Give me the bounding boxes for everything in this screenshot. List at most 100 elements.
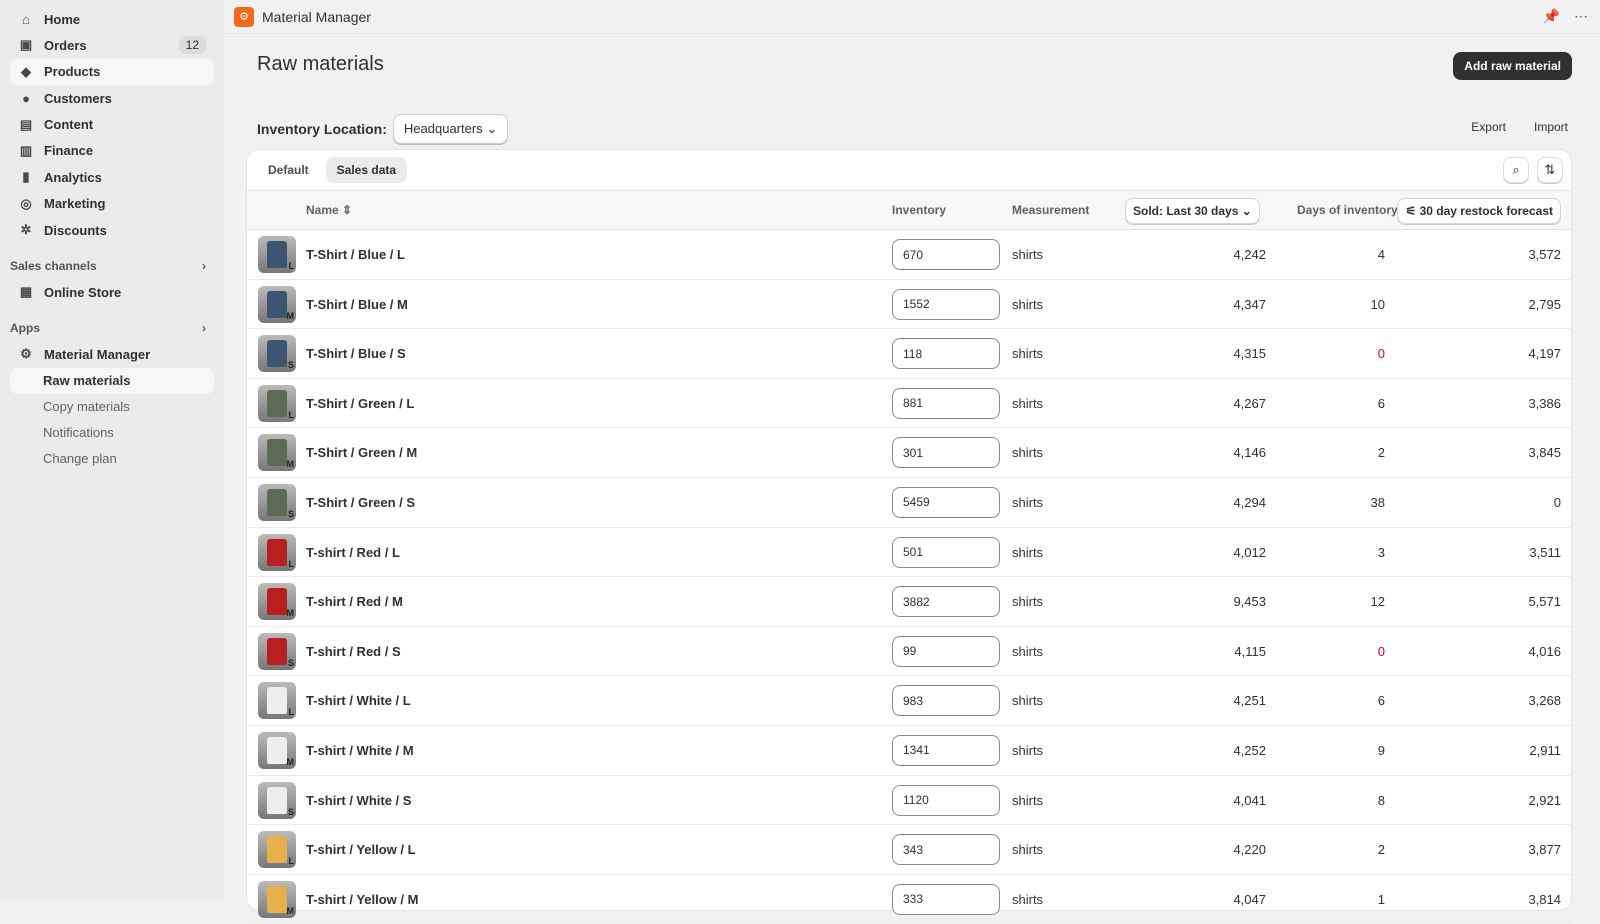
location-select[interactable]: Headquarters ⌄ — [392, 114, 509, 144]
measurement: shirts — [1012, 544, 1044, 560]
material-name[interactable]: T-Shirt / Green / S — [306, 495, 415, 510]
more-icon[interactable]: ⋯ — [1574, 8, 1588, 25]
table-row[interactable]: M T-Shirt / Green / M shirts 4,146 2 3,8… — [247, 428, 1571, 478]
material-name[interactable]: T-shirt / White / M — [306, 743, 414, 758]
sidebar-item-products[interactable]: ◆ Products — [10, 58, 214, 85]
measurement: shirts — [1012, 842, 1044, 858]
inventory-input[interactable] — [892, 387, 1000, 419]
material-name[interactable]: T-Shirt / Blue / S — [306, 346, 406, 361]
inventory-input[interactable] — [892, 784, 1000, 816]
product-thumbnail: L — [258, 831, 296, 869]
home-icon: ⌂ — [22, 11, 30, 27]
table-row[interactable]: M T-shirt / Red / M shirts 9,453 12 5,57… — [247, 577, 1571, 627]
inventory-input[interactable] — [892, 734, 1000, 766]
sold-value: 4,041 — [1233, 792, 1266, 808]
inventory-input[interactable] — [892, 685, 1000, 717]
add-raw-material-button[interactable]: Add raw material — [1453, 52, 1572, 80]
sort-button[interactable]: ⇅ — [1537, 157, 1563, 183]
days-of-inventory: 0 — [1377, 346, 1385, 362]
inventory-input[interactable] — [892, 437, 1000, 469]
sidebar-item-finance[interactable]: ▥ Finance — [10, 138, 214, 164]
material-name[interactable]: T-Shirt / Green / M — [306, 445, 417, 460]
inventory-input[interactable] — [892, 239, 1000, 270]
column-name[interactable]: Name ⇕ — [306, 203, 352, 217]
table-row[interactable]: M T-shirt / Yellow / M shirts 4,047 1 3,… — [247, 875, 1571, 924]
sidebar-item-customers[interactable]: ● Customers — [10, 85, 214, 111]
sold-period-select[interactable]: Sold: Last 30 days ⌄ — [1125, 198, 1260, 224]
sidebar-item-material-manager[interactable]: ⚙ Material Manager — [10, 341, 214, 367]
material-name[interactable]: T-shirt / Red / L — [306, 545, 400, 560]
measurement: shirts — [1012, 742, 1044, 758]
sidebar-item-orders[interactable]: ▣ Orders 12 — [10, 32, 214, 58]
material-name[interactable]: T-shirt / White / S — [306, 793, 411, 808]
sidebar-item-discounts[interactable]: ✲ Discounts — [10, 217, 214, 243]
target-icon: ◎ — [20, 195, 32, 211]
product-thumbnail: S — [258, 483, 296, 521]
sidebar-item-content[interactable]: ▤ Content — [10, 112, 214, 138]
table-row[interactable]: S T-Shirt / Blue / S shirts 4,315 0 4,19… — [247, 329, 1571, 379]
inventory-input[interactable] — [892, 635, 1000, 667]
inbox-icon: ▣ — [19, 37, 33, 53]
days-of-inventory: 6 — [1377, 395, 1385, 411]
inventory-input[interactable] — [892, 586, 1000, 618]
image-icon: ▤ — [19, 116, 33, 132]
tshirt-image — [267, 241, 287, 268]
measurement: shirts — [1012, 693, 1044, 709]
search-button[interactable]: ⌕ — [1503, 157, 1529, 183]
measurement: shirts — [1012, 296, 1044, 312]
inventory-input[interactable] — [892, 486, 1000, 518]
material-name[interactable]: T-shirt / Yellow / L — [306, 842, 416, 857]
sidebar-item-marketing[interactable]: ◎ Marketing — [10, 191, 214, 217]
sidebar-item-online-store[interactable]: ▦ Online Store — [10, 279, 214, 305]
inventory-input[interactable] — [892, 883, 1000, 915]
table-row[interactable]: L T-shirt / White / L shirts 4,251 6 3,2… — [247, 676, 1571, 726]
days-of-inventory: 12 — [1370, 594, 1385, 610]
material-name[interactable]: T-Shirt / Blue / L — [306, 247, 405, 262]
tab-sales-data[interactable]: Sales data — [325, 157, 408, 183]
table-row[interactable]: M T-shirt / White / M shirts 4,252 9 2,9… — [247, 726, 1571, 776]
page-title: Raw materials — [257, 53, 384, 75]
days-of-inventory: 2 — [1377, 842, 1385, 858]
material-name[interactable]: T-shirt / Red / M — [306, 594, 403, 609]
material-name[interactable]: T-shirt / Yellow / M — [306, 892, 418, 907]
table-row[interactable]: L T-Shirt / Green / L shirts 4,267 6 3,3… — [247, 379, 1571, 429]
material-name[interactable]: T-Shirt / Green / L — [306, 396, 414, 411]
material-name[interactable]: T-shirt / Red / S — [306, 644, 401, 659]
inventory-input[interactable] — [892, 834, 1000, 866]
product-thumbnail: S — [258, 632, 296, 670]
sidebar-item-analytics[interactable]: ▮ Analytics — [10, 164, 214, 190]
material-name[interactable]: T-shirt / White / L — [306, 693, 411, 708]
table-row[interactable]: L T-Shirt / Blue / L shirts 4,242 4 3,57… — [247, 230, 1571, 280]
pin-icon[interactable]: 📌 — [1543, 8, 1560, 25]
table-row[interactable]: S T-shirt / White / S shirts 4,041 8 2,9… — [247, 776, 1571, 826]
export-button[interactable]: Export — [1471, 120, 1506, 134]
sales-channels-header[interactable]: Sales channels › — [10, 253, 214, 279]
sidebar-subitem-change-plan[interactable]: Change plan — [10, 446, 214, 472]
table-row[interactable]: L T-shirt / Yellow / L shirts 4,220 2 3,… — [247, 825, 1571, 875]
table-row[interactable]: M T-Shirt / Blue / M shirts 4,347 10 2,7… — [247, 280, 1571, 330]
sidebar-subitem-raw-materials[interactable]: Raw materials — [10, 367, 214, 394]
import-button[interactable]: Import — [1534, 120, 1568, 134]
product-thumbnail: L — [258, 236, 296, 273]
tshirt-image — [267, 439, 287, 467]
table-row[interactable]: S T-Shirt / Green / S shirts 4,294 38 0 — [247, 478, 1571, 528]
tshirt-image — [267, 290, 287, 318]
sidebar-subitem-copy-materials[interactable]: Copy materials — [10, 394, 214, 420]
tshirt-image — [267, 885, 287, 913]
inventory-input[interactable] — [892, 536, 1000, 568]
inventory-input[interactable] — [892, 288, 1000, 320]
inventory-input[interactable] — [892, 338, 1000, 370]
orders-count-badge: 12 — [178, 36, 206, 55]
apps-header[interactable]: Apps › — [10, 315, 214, 341]
chevron-right-icon: › — [202, 321, 206, 336]
restock-forecast: 3,511 — [1529, 544, 1561, 560]
table-row[interactable]: L T-shirt / Red / L shirts 4,012 3 3,511 — [247, 528, 1571, 578]
column-measurement: Measurement — [1012, 203, 1090, 217]
table-row[interactable]: S T-shirt / Red / S shirts 4,115 0 4,016 — [247, 627, 1571, 677]
restock-forecast-button[interactable]: ⚟ 30 day restock forecast — [1397, 198, 1561, 224]
material-name[interactable]: T-Shirt / Blue / M — [306, 297, 408, 312]
sidebar-subitem-notifications[interactable]: Notifications — [10, 420, 214, 446]
sidebar-item-home[interactable]: ⌂ Home — [10, 6, 214, 32]
store-icon: ▦ — [19, 284, 33, 300]
tab-default[interactable]: Default — [257, 157, 320, 183]
